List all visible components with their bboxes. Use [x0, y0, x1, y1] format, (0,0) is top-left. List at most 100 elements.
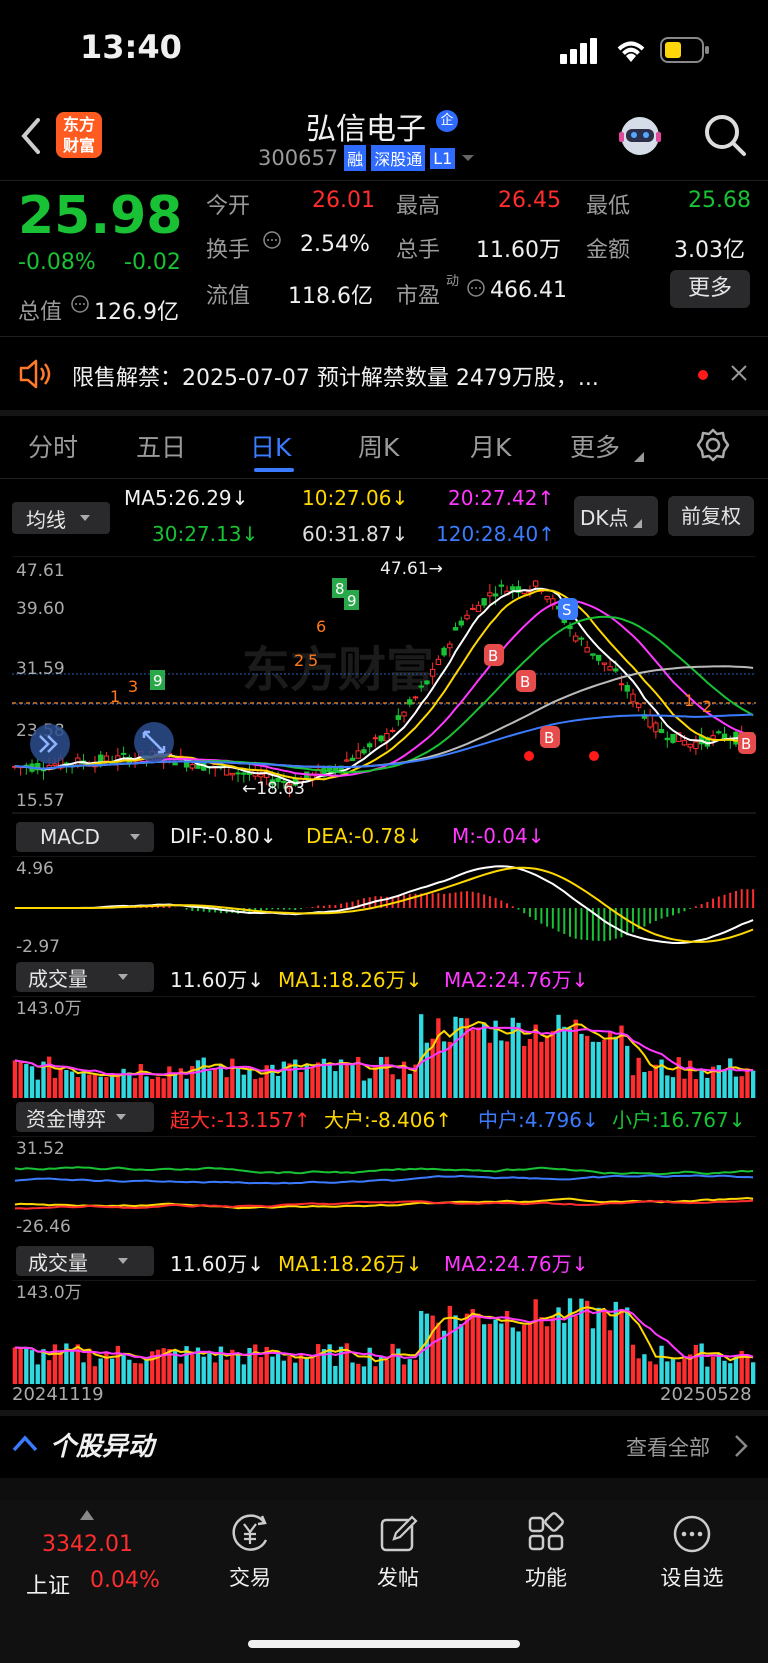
volume-bar	[132, 1363, 138, 1384]
volume-bar	[287, 1063, 292, 1098]
info-icon[interactable]	[262, 230, 282, 250]
volume-bar	[18, 1348, 23, 1384]
volume-chart-1: 143.0万	[12, 996, 756, 1098]
candle	[464, 614, 470, 620]
volume-bar	[750, 1362, 756, 1384]
back-icon[interactable]	[18, 116, 44, 156]
ma-selector[interactable]: 均线	[12, 502, 110, 534]
more-button[interactable]: 更多	[670, 270, 750, 308]
robot-assistant-icon[interactable]	[616, 112, 664, 160]
search-icon[interactable]	[702, 112, 748, 158]
volume-bar	[693, 1079, 699, 1098]
volume-bars	[12, 1298, 756, 1384]
volume-bar	[304, 1064, 309, 1098]
nav-watchlist[interactable]: 设自选	[646, 1512, 738, 1602]
volume-bar	[338, 1059, 344, 1098]
index-widget[interactable]: 3342.01 上证 0.04%	[20, 1510, 170, 1600]
app-logo[interactable]: 东方 财富	[56, 112, 102, 158]
volume-bar	[688, 1060, 693, 1098]
volume-bar	[722, 1070, 727, 1098]
candle	[332, 767, 339, 772]
settings-icon[interactable]	[696, 428, 730, 462]
volume-bar	[630, 1075, 636, 1098]
vol-ma1-line	[14, 1306, 754, 1363]
info-icon[interactable]	[70, 294, 90, 314]
volume-bar	[298, 1354, 304, 1384]
view-all-link[interactable]: 查看全部	[626, 1432, 710, 1462]
adjust-button[interactable]: 前复权	[668, 496, 754, 536]
volume-bar	[344, 1063, 349, 1098]
volume-bar	[87, 1348, 92, 1384]
volume-bar	[728, 1058, 733, 1098]
capital-flow-legend: 资金博弈 超大:-13.157↑ 大户:-8.406↑ 中户:4.796↓ 小户…	[0, 1100, 768, 1138]
volume-bar	[207, 1353, 212, 1384]
nav-trade[interactable]: 交易	[210, 1512, 290, 1602]
signal-dot	[589, 751, 599, 761]
tab-monthly-k[interactable]: 月K	[470, 428, 511, 464]
volume-bar	[275, 1351, 281, 1384]
info-icon[interactable]	[466, 278, 486, 298]
volume-bar	[178, 1363, 184, 1384]
capital-flow-lines	[14, 1166, 754, 1210]
dk-point-button[interactable]: DK点	[574, 496, 658, 536]
volume-bar	[298, 1072, 304, 1098]
capital-flow-selector[interactable]: 资金博弈	[16, 1102, 154, 1132]
movers-section[interactable]: 个股异动 查看全部	[0, 1416, 768, 1474]
volume-selector-label: 成交量	[28, 1250, 88, 1275]
status-bar: 13:40	[0, 0, 768, 100]
volume-selector[interactable]: 成交量	[16, 962, 154, 992]
ma20-value: 20:27.42↑	[448, 486, 555, 510]
macd-selector[interactable]: MACD	[16, 822, 154, 852]
macd-dea: DEA:-0.78↓	[306, 824, 423, 848]
tag-l1: L1	[430, 147, 456, 169]
tab-intraday[interactable]: 分时	[28, 428, 78, 464]
volume-selector[interactable]: 成交量	[16, 1246, 154, 1276]
volume-bar	[676, 1057, 681, 1098]
volume-bar	[493, 1319, 498, 1384]
notice-bar[interactable]: 限售解禁：2025-07-07 预计解禁数量 2479万股，...	[0, 340, 768, 408]
candle	[492, 593, 499, 597]
index-change: 0.04%	[90, 1568, 160, 1593]
status-time: 13:40	[80, 28, 182, 66]
tab-daily-k[interactable]: 日K	[250, 428, 291, 464]
candle	[361, 749, 367, 754]
high-annotation: 47.61→	[380, 559, 443, 579]
dropdown-icon[interactable]	[461, 153, 475, 163]
dk-point-label: DK点	[580, 505, 629, 530]
volume-legend-1: 成交量 11.60万↓ MA1:18.26万↓ MA2:24.76万↓	[0, 960, 768, 998]
signal-marker-2: 2	[702, 697, 712, 716]
volume-bar	[235, 1353, 241, 1384]
fullscreen-icon[interactable]	[134, 722, 174, 762]
tab-five-day[interactable]: 五日	[136, 428, 186, 464]
macd-histogram	[82, 889, 755, 942]
volume-bar	[556, 1014, 561, 1098]
logo-line1: 东方	[62, 115, 95, 134]
tab-weekly-k[interactable]: 周K	[358, 428, 399, 464]
close-icon[interactable]	[730, 364, 748, 382]
volume-bar	[499, 1323, 504, 1384]
buy-marker: B	[516, 670, 536, 692]
volume-bar	[316, 1344, 321, 1384]
expand-icon[interactable]	[30, 724, 70, 764]
candle	[435, 658, 442, 665]
tab-more[interactable]: 更多	[570, 428, 620, 464]
volume-bar	[579, 1033, 584, 1098]
volume-bar	[270, 1356, 275, 1384]
dropdown-icon	[129, 834, 140, 840]
label-turnover: 换手	[206, 238, 251, 263]
movers-title: 个股异动	[50, 1432, 155, 1462]
svg-text:9: 9	[347, 592, 357, 610]
ma-legend: 均线 MA5:26.29↓ 10:27.06↓ 20:27.42↑ 30:27.…	[0, 480, 768, 556]
svg-text:B: B	[741, 735, 751, 753]
nav-trade-label: 交易	[229, 1566, 271, 1590]
capital-flow-chart: 31.52 -26.46	[12, 1136, 756, 1237]
nav-functions[interactable]: 功能	[506, 1512, 586, 1602]
volume-bar	[293, 1362, 298, 1384]
volume-bar	[699, 1343, 704, 1384]
volume-bar	[516, 1331, 521, 1384]
candle	[458, 620, 464, 626]
nav-post[interactable]: 发帖	[358, 1512, 438, 1602]
kline-chart[interactable]: 东方财富 47.61 39.60 31.59 23.58 15.57 47.61…	[12, 556, 756, 814]
volume-bar	[670, 1358, 676, 1384]
macd-dif: DIF:-0.80↓	[170, 824, 277, 848]
